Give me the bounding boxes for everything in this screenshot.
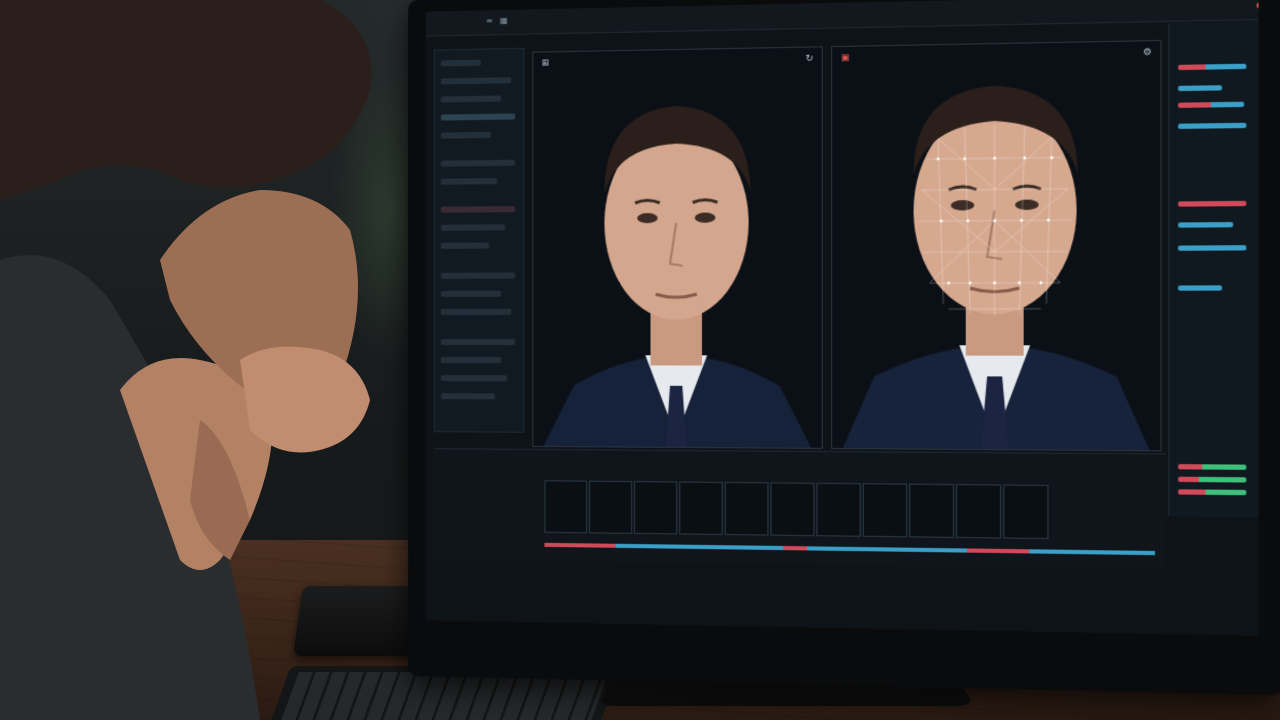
- panel-row[interactable]: [440, 242, 489, 249]
- panel-row[interactable]: [440, 178, 498, 185]
- left-tool-panel: [433, 47, 525, 433]
- panel-row[interactable]: [440, 206, 516, 213]
- panel-row[interactable]: [440, 339, 516, 346]
- frame-thumbnail[interactable]: [956, 484, 1002, 539]
- frame-thumbnail[interactable]: [1003, 484, 1049, 540]
- frame-thumbnail[interactable]: [816, 482, 861, 537]
- menu-icon[interactable]: ≡: [486, 16, 494, 25]
- panel-row[interactable]: [440, 375, 508, 382]
- panel-row[interactable]: [440, 224, 506, 231]
- metric-bar: [1178, 285, 1223, 291]
- metric-bar: [1178, 200, 1247, 207]
- original-face-viewer[interactable]: ⊞ ↻: [532, 46, 823, 449]
- metric-bar: [1178, 122, 1247, 129]
- panel-row[interactable]: [440, 95, 502, 103]
- frame-filmstrip: [433, 448, 1166, 571]
- metric-bar: [1178, 489, 1247, 496]
- metric-bar: [1178, 464, 1247, 470]
- panel-row[interactable]: [440, 59, 481, 67]
- frame-thumbnail[interactable]: [909, 483, 955, 538]
- monitor: ≡ ▦ ● ⊞ ↻ ▣ ⚙: [408, 0, 1280, 696]
- metric-bar: [1178, 101, 1245, 108]
- frame-thumbnail[interactable]: [862, 483, 908, 538]
- panel-row[interactable]: [440, 113, 516, 121]
- metric-bar: [1178, 245, 1247, 251]
- face-portrait-right-with-mesh: [842, 84, 1150, 451]
- metric-bar: [1178, 222, 1234, 228]
- grid-icon[interactable]: ▦: [500, 16, 508, 25]
- frame-thumbnail[interactable]: [634, 481, 678, 535]
- panel-row[interactable]: [440, 357, 502, 364]
- analyzed-face-viewer[interactable]: ▣ ⚙: [831, 39, 1162, 452]
- monitor-screen: ≡ ▦ ● ⊞ ↻ ▣ ⚙: [425, 0, 1259, 636]
- panel-row[interactable]: [440, 272, 516, 279]
- frame-thumbnail[interactable]: [544, 480, 588, 534]
- right-metrics-panel: [1168, 21, 1259, 518]
- metric-bar: [1178, 476, 1247, 483]
- frame-thumbnail[interactable]: [589, 480, 633, 534]
- metric-bar: [1178, 85, 1223, 92]
- frame-thumbnail[interactable]: [770, 482, 815, 537]
- panel-row[interactable]: [440, 77, 512, 85]
- panel-row[interactable]: [440, 393, 496, 400]
- metric-bar: [1178, 63, 1247, 71]
- frame-thumbnail[interactable]: [679, 481, 723, 535]
- panel-row[interactable]: [440, 290, 502, 297]
- panel-row[interactable]: [440, 131, 491, 139]
- face-portrait-left: [543, 104, 812, 448]
- panel-row[interactable]: [440, 308, 512, 315]
- record-icon[interactable]: ●: [1256, 0, 1258, 10]
- man-looking-at-screen: [0, 0, 372, 720]
- timeline-bar[interactable]: [544, 542, 1156, 556]
- photo-scene: ≡ ▦ ● ⊞ ↻ ▣ ⚙: [0, 0, 1280, 720]
- frame-thumbnail[interactable]: [724, 481, 769, 536]
- panel-row[interactable]: [440, 159, 516, 167]
- app-topbar: ≡ ▦ ●: [425, 0, 1259, 37]
